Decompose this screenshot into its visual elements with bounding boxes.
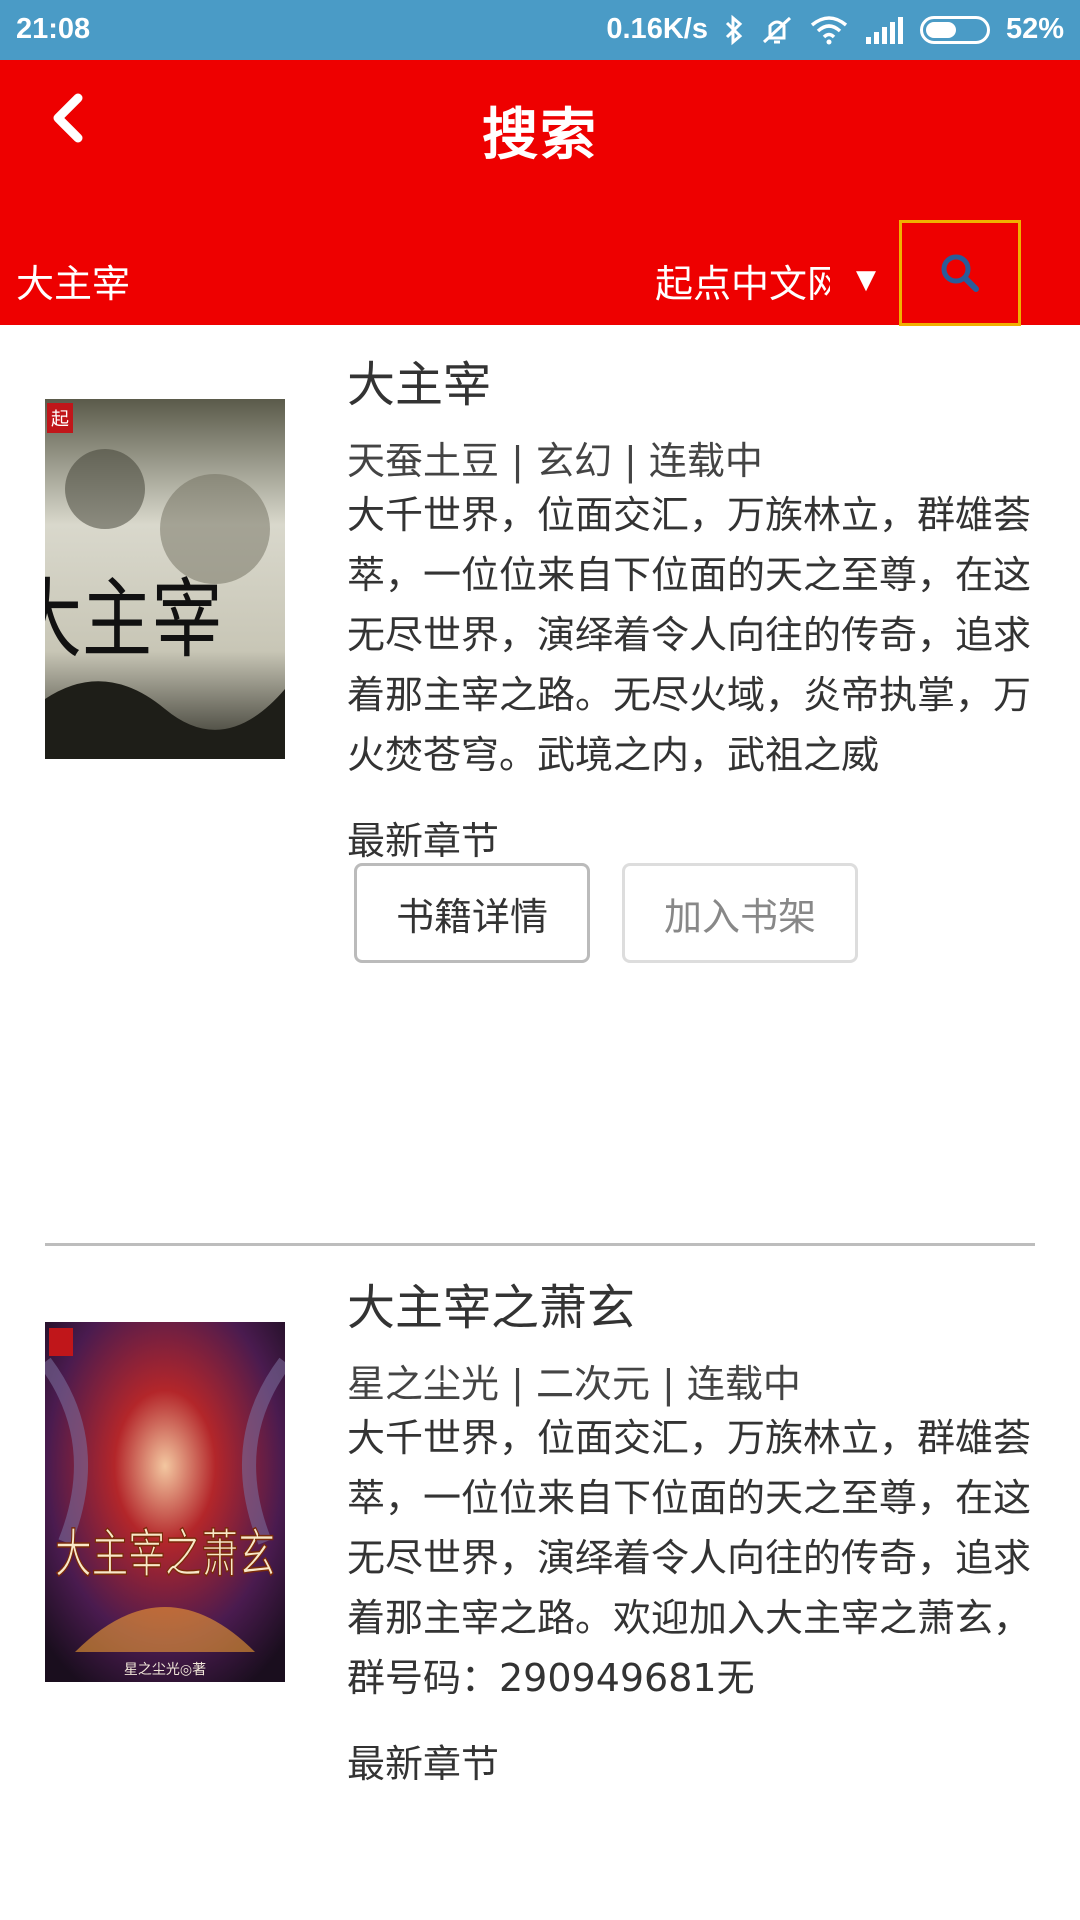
book-description: 大千世界，位面交汇，万族林立，群雄荟萃，一位位来自下位面的天之至尊，在这无尽世界…	[347, 493, 1032, 777]
search-input[interactable]	[16, 245, 616, 315]
page-title: 搜索	[482, 103, 598, 168]
cover-author: 星之尘光◎著	[124, 1662, 206, 1678]
battery-percent: 52%	[1005, 13, 1064, 45]
book-title: 大主宰之萧玄	[347, 1280, 636, 1336]
network-speed: 0.16K/s	[606, 13, 708, 45]
status-time: 21:08	[16, 13, 91, 45]
cover-title: 大主宰	[45, 570, 222, 670]
latest-chapter[interactable]: 最新章节	[347, 1733, 499, 1788]
svg-text:起: 起	[51, 409, 69, 430]
dropdown-arrow-icon: ▼	[856, 265, 876, 295]
book-meta: 星之尘光 | 二次元 | 连载中	[347, 1362, 801, 1406]
add-to-shelf-button[interactable]: 加入书架	[622, 863, 858, 963]
source-select[interactable]: 起点中文网 ▼	[655, 240, 885, 320]
status-bar: 21:08 0.16K/s 52%	[0, 0, 1080, 60]
cover-title: 大主宰之萧玄	[55, 1525, 275, 1585]
signal-icon	[864, 15, 904, 45]
mute-icon	[760, 14, 794, 46]
book-cover[interactable]: 起 大主宰	[12, 399, 285, 759]
list-item[interactable]: 起 大主宰 大主宰 天蚕土豆 | 玄幻 | 连载中 大千世界，位面交汇，万族林立…	[0, 325, 1080, 1245]
battery-icon	[919, 15, 990, 44]
search-icon	[941, 254, 979, 292]
book-title: 大主宰	[347, 357, 492, 413]
latest-chapter[interactable]: 最新章节	[347, 810, 499, 865]
source-select-label: 起点中文网	[655, 261, 830, 306]
divider	[45, 1243, 1035, 1246]
book-cover[interactable]: 大主宰之萧玄 星之尘光◎著	[39, 1322, 291, 1682]
list-item[interactable]: 大主宰之萧玄 星之尘光◎著 大主宰之萧玄 星之尘光 | 二次元 | 连载中 大千…	[0, 1248, 1080, 1920]
status-icons: 0.16K/s 52%	[590, 13, 1064, 46]
book-description: 大千世界，位面交汇，万族林立，群雄荟萃，一位位来自下位面的天之至尊，在这无尽世界…	[347, 1416, 1032, 1700]
search-button[interactable]	[899, 220, 1021, 326]
bluetooth-icon	[724, 14, 744, 46]
book-detail-button[interactable]: 书籍详情	[354, 863, 590, 963]
book-meta: 天蚕土豆 | 玄幻 | 连载中	[347, 439, 763, 483]
wifi-icon	[810, 15, 848, 45]
search-toolbar: 搜索 起点中文网 ▼	[0, 60, 1080, 326]
